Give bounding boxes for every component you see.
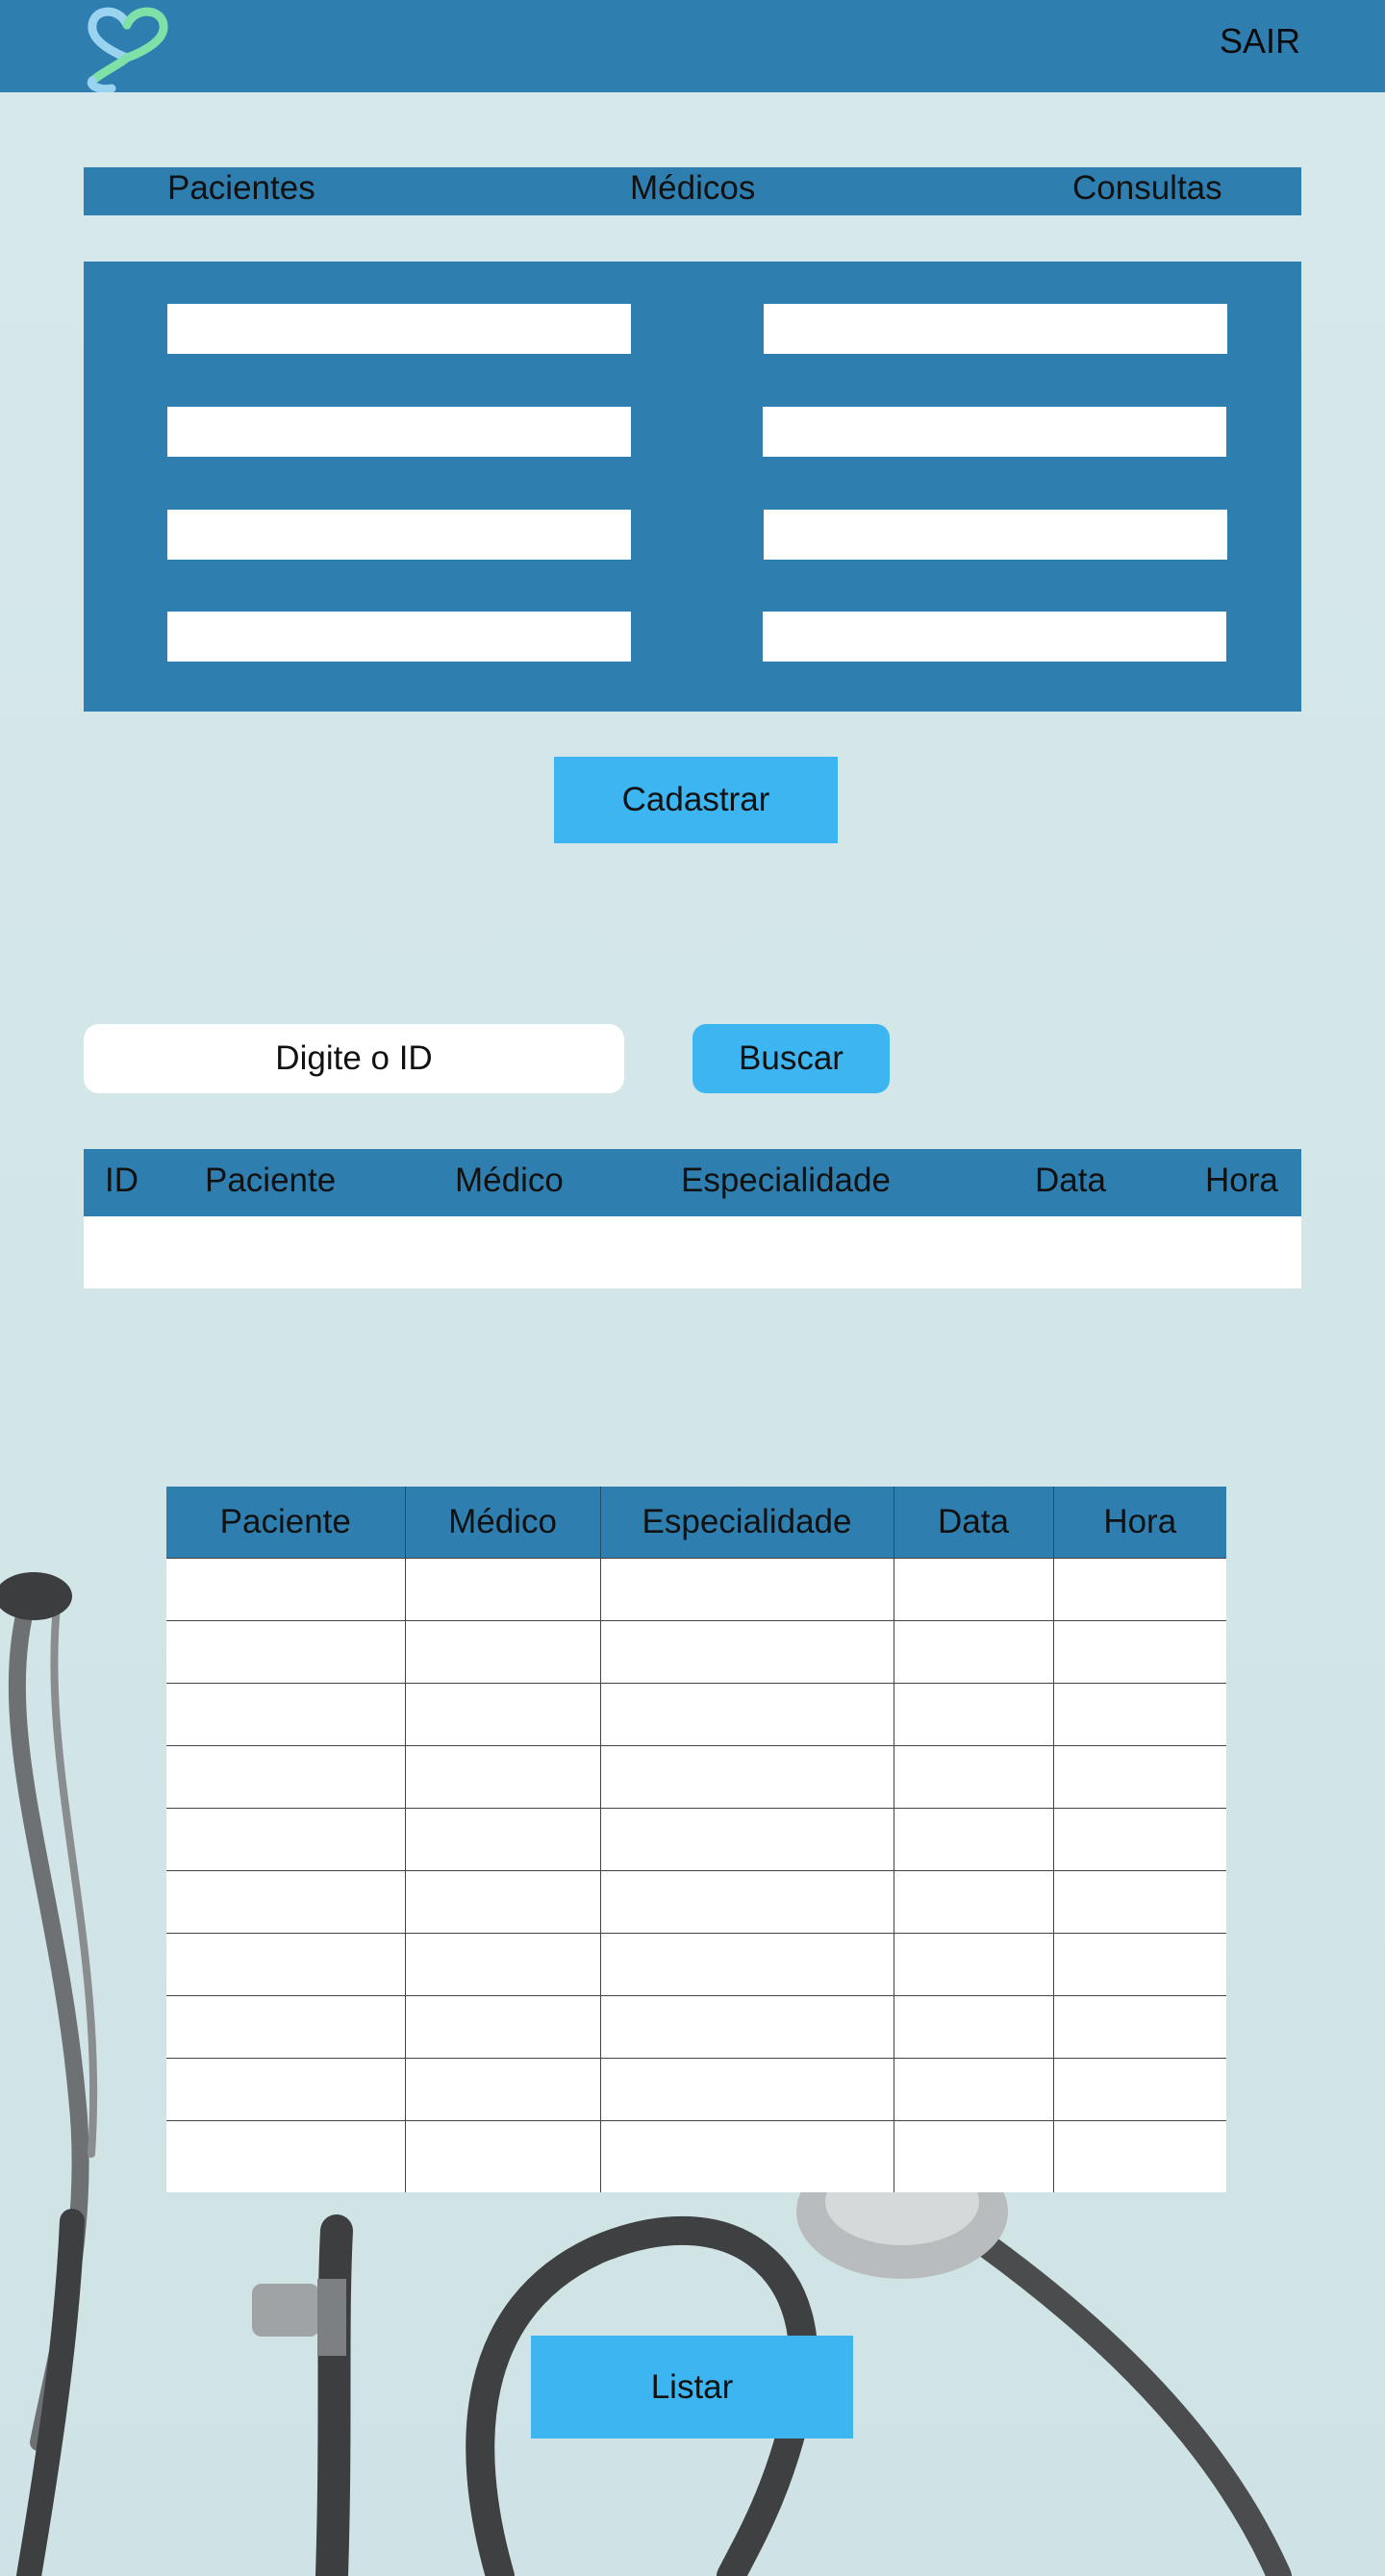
table-cell bbox=[599, 1557, 894, 1621]
list-col-paciente: Paciente bbox=[166, 1487, 406, 1558]
table-cell bbox=[893, 1557, 1054, 1621]
table-cell bbox=[404, 1807, 601, 1871]
table-cell bbox=[404, 2119, 601, 2192]
table-cell bbox=[599, 1932, 894, 1996]
table-cell bbox=[893, 1869, 1054, 1934]
nav-item-pacientes[interactable]: Pacientes bbox=[167, 169, 315, 208]
nav-item-medicos[interactable]: Médicos bbox=[630, 169, 755, 208]
table-cell bbox=[893, 1682, 1054, 1746]
result-col-especialidade: Especialidade bbox=[681, 1162, 891, 1199]
form-field-4[interactable] bbox=[763, 407, 1226, 457]
table-row bbox=[166, 1994, 1226, 2059]
form-field-5[interactable] bbox=[167, 510, 631, 560]
table-cell bbox=[1052, 1557, 1226, 1621]
main-nav: Pacientes Médicos Consultas bbox=[84, 167, 1301, 215]
table-cell bbox=[1052, 2057, 1226, 2121]
table-cell bbox=[166, 1932, 406, 1996]
table-cell bbox=[1052, 1994, 1226, 2059]
form-field-1[interactable] bbox=[167, 304, 631, 354]
table-cell bbox=[599, 1744, 894, 1809]
table-cell bbox=[404, 1932, 601, 1996]
registration-form-panel bbox=[84, 262, 1301, 712]
table-cell bbox=[599, 1994, 894, 2059]
table-cell bbox=[166, 1557, 406, 1621]
list-col-data: Data bbox=[894, 1487, 1054, 1558]
cadastrar-button[interactable]: Cadastrar bbox=[554, 757, 838, 843]
result-table-header: ID Paciente Médico Especialidade Data Ho… bbox=[84, 1149, 1301, 1216]
consultas-list-table: Paciente Médico Especialidade Data Hora bbox=[166, 1487, 1226, 2192]
top-header bbox=[0, 0, 1385, 92]
table-cell bbox=[404, 2057, 601, 2121]
table-row bbox=[166, 1619, 1226, 1684]
result-col-data: Data bbox=[1035, 1162, 1106, 1199]
table-cell bbox=[166, 1807, 406, 1871]
table-cell bbox=[166, 1994, 406, 2059]
heart-logo-icon bbox=[87, 7, 168, 92]
list-col-especialidade: Especialidade bbox=[600, 1487, 894, 1558]
nav-item-consultas[interactable]: Consultas bbox=[1072, 169, 1222, 208]
table-row bbox=[166, 1932, 1226, 1996]
table-cell bbox=[166, 2057, 406, 2121]
table-cell bbox=[166, 1619, 406, 1684]
table-cell bbox=[599, 1682, 894, 1746]
table-cell bbox=[893, 1807, 1054, 1871]
table-cell bbox=[893, 1744, 1054, 1809]
form-field-2[interactable] bbox=[764, 304, 1227, 354]
table-cell bbox=[1052, 1807, 1226, 1871]
search-id-input[interactable] bbox=[84, 1024, 624, 1093]
table-cell bbox=[599, 1869, 894, 1934]
table-cell bbox=[893, 1994, 1054, 2059]
table-cell bbox=[1052, 2119, 1226, 2192]
logout-button[interactable]: SAIR bbox=[1220, 21, 1300, 62]
table-cell bbox=[404, 1619, 601, 1684]
form-field-6[interactable] bbox=[764, 510, 1227, 560]
result-col-hora: Hora bbox=[1205, 1162, 1278, 1199]
table-cell bbox=[599, 2057, 894, 2121]
table-cell bbox=[599, 1807, 894, 1871]
list-table-header: Paciente Médico Especialidade Data Hora bbox=[166, 1487, 1226, 1558]
table-row bbox=[166, 1682, 1226, 1746]
table-cell bbox=[404, 1744, 601, 1809]
table-cell bbox=[166, 2119, 406, 2192]
table-row bbox=[166, 1557, 1226, 1621]
result-col-id: ID bbox=[105, 1162, 138, 1199]
table-row bbox=[166, 2057, 1226, 2121]
table-cell bbox=[1052, 1869, 1226, 1934]
table-cell bbox=[599, 1619, 894, 1684]
table-cell bbox=[599, 2119, 894, 2192]
buscar-button[interactable]: Buscar bbox=[692, 1024, 890, 1093]
table-cell bbox=[166, 1869, 406, 1934]
table-cell bbox=[166, 1682, 406, 1746]
table-cell bbox=[893, 2057, 1054, 2121]
result-col-paciente: Paciente bbox=[205, 1162, 337, 1199]
table-cell bbox=[404, 1682, 601, 1746]
list-col-medico: Médico bbox=[405, 1487, 601, 1558]
table-cell bbox=[1052, 1619, 1226, 1684]
table-cell bbox=[166, 1744, 406, 1809]
table-cell bbox=[893, 1619, 1054, 1684]
table-cell bbox=[1052, 1744, 1226, 1809]
table-row bbox=[166, 1807, 1226, 1871]
table-cell bbox=[404, 1994, 601, 2059]
table-cell bbox=[893, 1932, 1054, 1996]
table-cell bbox=[1052, 1932, 1226, 1996]
result-col-medico: Médico bbox=[455, 1162, 564, 1199]
table-row bbox=[166, 1744, 1226, 1809]
table-row bbox=[166, 1869, 1226, 1934]
result-table-row bbox=[84, 1216, 1301, 1288]
form-field-8[interactable] bbox=[763, 612, 1226, 662]
table-cell bbox=[893, 2119, 1054, 2192]
table-cell bbox=[404, 1557, 601, 1621]
table-cell bbox=[404, 1869, 601, 1934]
table-row bbox=[166, 2119, 1226, 2192]
form-field-3[interactable] bbox=[167, 407, 631, 457]
list-col-hora: Hora bbox=[1053, 1487, 1226, 1558]
table-cell bbox=[1052, 1682, 1226, 1746]
listar-button[interactable]: Listar bbox=[531, 2336, 853, 2438]
form-field-7[interactable] bbox=[167, 612, 631, 662]
